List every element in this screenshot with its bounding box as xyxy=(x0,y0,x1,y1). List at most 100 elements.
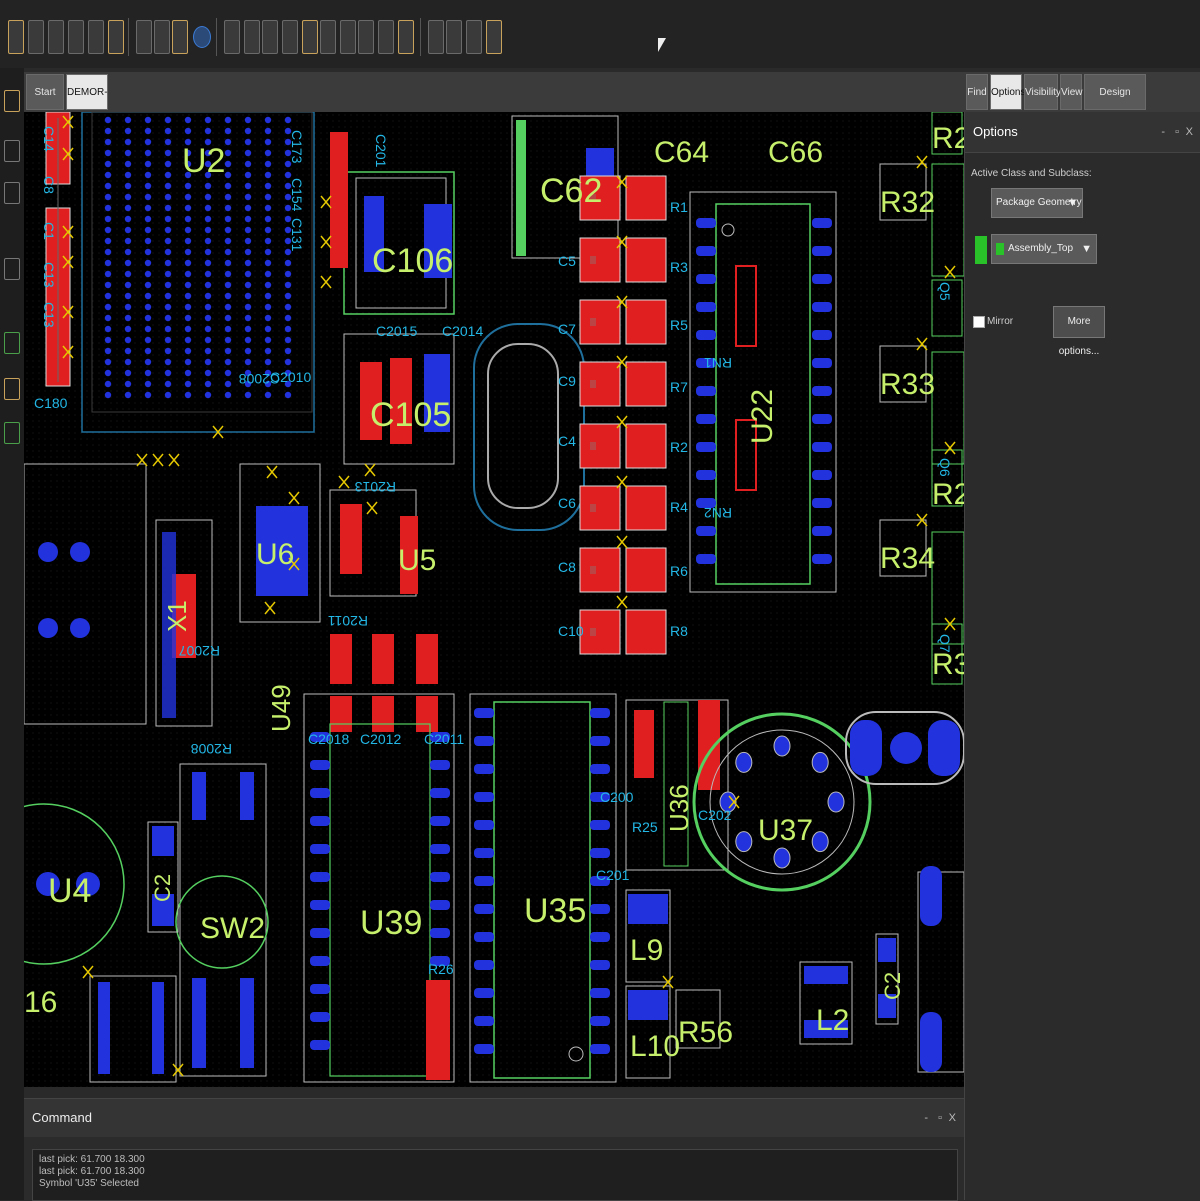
toolbar-open-icon[interactable] xyxy=(8,20,24,54)
command-output[interactable]: last pick: 61.700 18.300 last pick: 61.7… xyxy=(32,1149,958,1201)
toolbar-mirror-icon[interactable] xyxy=(486,20,502,54)
toolbar-zoom-icon[interactable] xyxy=(68,20,84,54)
toolbar-delay-tune-icon[interactable] xyxy=(262,20,278,54)
bga-pad xyxy=(164,237,172,245)
bga-pad xyxy=(264,248,272,256)
float-icon[interactable]: ▫ xyxy=(1175,112,1179,152)
left-pointer-icon[interactable] xyxy=(4,140,20,162)
toolbar-swap-icon[interactable] xyxy=(446,20,462,54)
bga-pad xyxy=(284,325,292,333)
silkscreen-label: C202 xyxy=(698,807,732,823)
toolbar-print-icon[interactable] xyxy=(88,20,104,54)
ic-pad xyxy=(590,932,610,942)
resistor-pad xyxy=(625,485,667,531)
bga-pad xyxy=(264,116,272,124)
toolbar-export-icon[interactable] xyxy=(108,20,124,54)
bga-pad xyxy=(264,347,272,355)
ic-pad xyxy=(812,470,832,480)
bga-pad xyxy=(164,171,172,179)
toolbar-void-icon[interactable] xyxy=(340,20,356,54)
left-layer-icon[interactable] xyxy=(4,332,20,354)
bga-pad xyxy=(104,193,112,201)
left-settings-icon[interactable] xyxy=(4,378,20,400)
subclass-color-swatch[interactable] xyxy=(975,236,987,264)
mirror-checkbox[interactable] xyxy=(973,316,985,328)
left-flip-icon[interactable] xyxy=(4,182,20,204)
component-r26[interactable] xyxy=(426,980,450,1080)
mirror-label: Mirror xyxy=(987,316,1014,327)
silkscreen-label: R26 xyxy=(428,961,454,977)
ic-pad xyxy=(812,442,832,452)
component-mid-resistors[interactable] xyxy=(330,634,438,732)
bga-pad xyxy=(184,259,192,267)
toolbar-cut-icon[interactable] xyxy=(136,20,152,54)
toolbar-rotate-icon[interactable] xyxy=(466,20,482,54)
bga-pad xyxy=(244,292,252,300)
toolbar-move-icon[interactable] xyxy=(154,20,170,54)
tab-demor-dfa[interactable]: DEMOR-dfa xyxy=(66,74,108,134)
tab-options[interactable]: Options xyxy=(990,74,1025,110)
bga-pad xyxy=(104,303,112,311)
command-panel: Command - ▫ X last pick: 61.700 18.300 l… xyxy=(24,1098,964,1201)
bga-pad xyxy=(164,380,172,388)
ic-pad xyxy=(590,820,610,830)
pcb-canvas[interactable]: U2 C62 C64 C66 R32 R2 C106 C105 U22 R33 R2 R34 R3 U6 U… xyxy=(24,112,964,1087)
resistor-mark xyxy=(590,628,596,636)
toolbar-custom-smooth-icon[interactable] xyxy=(282,20,298,54)
resistor-mark xyxy=(590,256,596,264)
silkscreen-label: R7 xyxy=(670,379,688,395)
pcb-layout-drawing[interactable]: U2 C62 C64 C66 R32 R2 C106 C105 U22 R33 R2 R34 R3 U6 U… xyxy=(24,112,964,1087)
bga-pad xyxy=(164,303,172,311)
ic-pad xyxy=(590,764,610,774)
bga-pad xyxy=(184,391,192,399)
toolbar-find-icon[interactable] xyxy=(48,20,64,54)
toolbar-slide-icon[interactable] xyxy=(244,20,260,54)
silkscreen-label: C201 xyxy=(596,867,630,883)
silkscreen-label: Q6 xyxy=(937,458,953,477)
ic-pad xyxy=(696,442,716,452)
bga-pad xyxy=(204,127,212,135)
left-measure-icon[interactable] xyxy=(4,258,20,280)
bga-pad xyxy=(204,391,212,399)
toolbar-help-icon[interactable] xyxy=(193,26,211,48)
minimize-icon[interactable]: - xyxy=(924,1099,928,1137)
toolbar-place-icon[interactable] xyxy=(428,20,444,54)
bga-pad xyxy=(104,380,112,388)
component-r1-column[interactable] xyxy=(330,132,348,268)
ic-pad xyxy=(310,816,330,826)
bga-pad xyxy=(124,325,132,333)
class-dropdown[interactable]: Package Geometry ▼ xyxy=(991,188,1083,218)
bga-pad xyxy=(244,281,252,289)
close-icon[interactable]: X xyxy=(949,1099,956,1137)
subclass-dropdown[interactable]: Assembly_Top ▼ xyxy=(991,234,1097,264)
options-title: Options xyxy=(973,124,1018,139)
more-options-button[interactable]: More options... xyxy=(1053,306,1105,357)
tab-find[interactable]: Find xyxy=(966,74,988,110)
tab-view[interactable]: View xyxy=(1060,74,1083,110)
tab-visibility[interactable]: Visibility xyxy=(1024,74,1061,110)
chevron-down-icon: ▼ xyxy=(1067,197,1078,209)
bga-pad xyxy=(124,127,132,135)
toolbar-add-connect-icon[interactable] xyxy=(224,20,240,54)
bga-pad xyxy=(244,347,252,355)
toolbar-line-icon[interactable] xyxy=(378,20,394,54)
float-icon[interactable]: ▫ xyxy=(938,1099,942,1137)
toolbar-drc-icon[interactable] xyxy=(398,20,414,54)
toolbar-vertex-icon[interactable] xyxy=(302,20,318,54)
bga-pad xyxy=(244,358,252,366)
minimize-icon[interactable]: - xyxy=(1161,112,1165,152)
toolbar-save-icon[interactable] xyxy=(28,20,44,54)
left-route-icon[interactable] xyxy=(4,90,20,112)
tab-design-workflow[interactable]: Design Workflow xyxy=(1084,74,1146,134)
bga-pad xyxy=(184,215,192,223)
left-report-icon[interactable] xyxy=(4,422,20,444)
toolbar-fillet-icon[interactable] xyxy=(358,20,374,54)
tab-start-page[interactable]: Start Page xyxy=(26,74,64,134)
refdes-label: C66 xyxy=(768,136,823,169)
close-icon[interactable]: X xyxy=(1186,112,1193,152)
bga-pad xyxy=(284,347,292,355)
toolbar-shape-icon[interactable] xyxy=(320,20,336,54)
bga-pad xyxy=(204,237,212,245)
silkscreen-label: C8 xyxy=(558,559,576,575)
toolbar-copy-icon[interactable] xyxy=(172,20,188,54)
